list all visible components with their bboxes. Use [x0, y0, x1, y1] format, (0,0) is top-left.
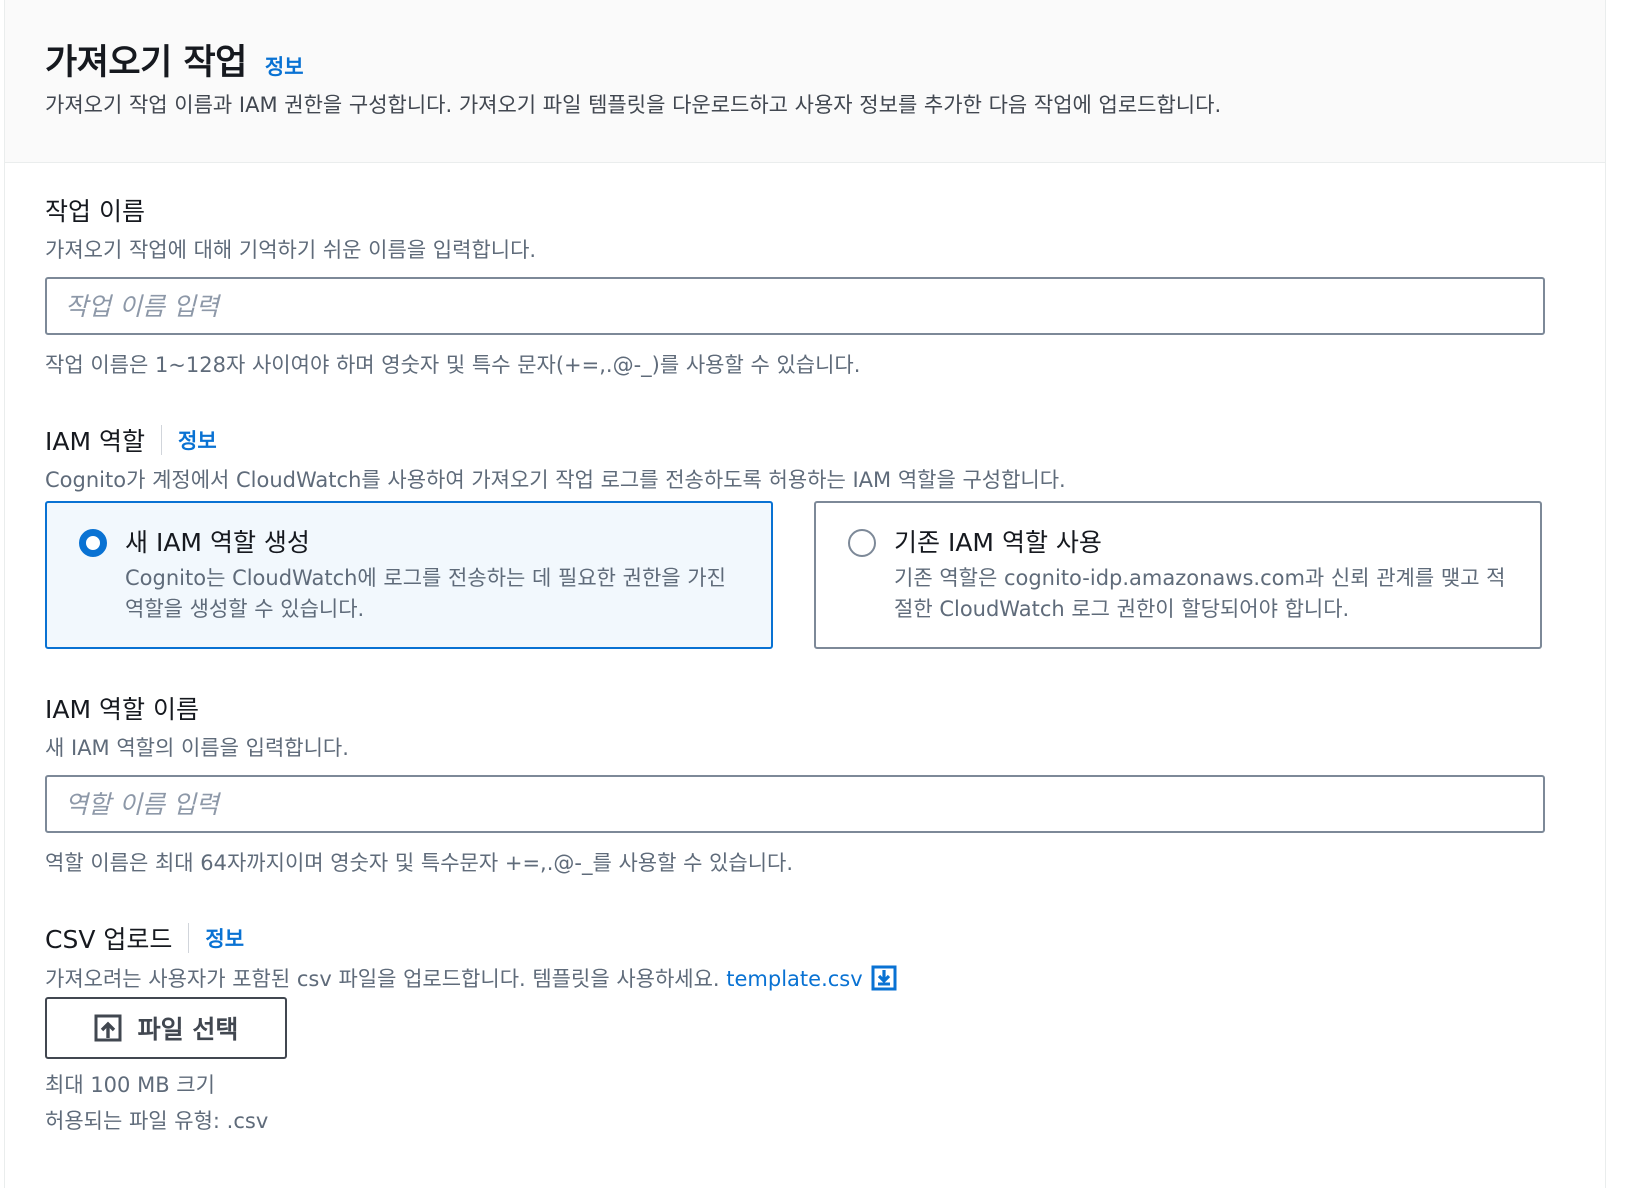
csv-upload-label-row: CSV 업로드 정보: [45, 920, 244, 956]
job-name-description: 가져오기 작업에 대해 기억하기 쉬운 이름을 입력합니다.: [45, 238, 537, 262]
choose-file-button-label: 파일 선택: [137, 1015, 239, 1044]
header-description: 가져오기 작업 이름과 IAM 권한을 구성합니다. 가져오기 파일 템플릿을 …: [45, 93, 1222, 117]
tile-title-create-role: 새 IAM 역할 생성: [125, 528, 310, 557]
tile-description-existing-role: 기존 역할은 cognito-idp.amazonaws.com과 신뢰 관계를…: [894, 566, 1506, 621]
iam-role-name-description: 새 IAM 역할의 이름을 입력합니다.: [45, 736, 349, 760]
csv-upload-label: CSV 업로드: [45, 925, 173, 954]
header-title-row: 가져오기 작업 정보: [45, 34, 304, 85]
tile-create-new-iam-role[interactable]: 새 IAM 역할 생성 Cognito는 CloudWatch에 로그를 전송하…: [45, 501, 773, 649]
job-name-constraint: 작업 이름은 1~128자 사이여야 하며 영숫자 및 특수 문자(+=,.@-…: [45, 353, 861, 377]
csv-upload-description: 가져오려는 사용자가 포함된 csv 파일을 업로드합니다. 템플릿을 사용하세…: [45, 967, 720, 991]
iam-role-info-link[interactable]: 정보: [178, 425, 217, 455]
iam-role-name-constraint: 역할 이름은 최대 64자까지이며 영숫자 및 특수문자 +=,.@-_를 사용…: [45, 851, 794, 875]
panel-header: 가져오기 작업 정보 가져오기 작업 이름과 IAM 권한을 구성합니다. 가져…: [5, 0, 1605, 163]
radio-use-existing-role[interactable]: [848, 529, 876, 557]
page-title: 가져오기 작업: [45, 43, 247, 83]
tile-use-existing-iam-role[interactable]: 기존 IAM 역할 사용 기존 역할은 cognito-idp.amazonaw…: [814, 501, 1542, 649]
choose-file-button[interactable]: 파일 선택: [45, 997, 287, 1059]
max-file-size: 최대 100 MB 크기: [45, 1073, 215, 1097]
template-link-label: template.csv: [726, 967, 863, 991]
allowed-file-types: 허용되는 파일 유형: .csv: [45, 1109, 269, 1133]
download-icon: [871, 965, 897, 991]
label-divider: [188, 923, 190, 953]
import-job-panel: 가져오기 작업 정보 가져오기 작업 이름과 IAM 권한을 구성합니다. 가져…: [4, 0, 1606, 1188]
iam-role-description: Cognito가 계정에서 CloudWatch를 사용하여 가져오기 작업 로…: [45, 468, 1066, 492]
csv-upload-description-row: 가져오려는 사용자가 포함된 csv 파일을 업로드합니다. 템플릿을 사용하세…: [45, 963, 897, 993]
label-divider: [161, 425, 162, 455]
template-download-link[interactable]: template.csv: [726, 965, 897, 991]
iam-role-name-label: IAM 역할 이름: [45, 695, 199, 724]
upload-icon: [94, 1014, 122, 1042]
job-name-input[interactable]: [45, 277, 1545, 335]
header-info-link[interactable]: 정보: [265, 51, 304, 81]
tile-description-create-role: Cognito는 CloudWatch에 로그를 전송하는 데 필요한 권한을 …: [125, 566, 726, 621]
csv-upload-info-link[interactable]: 정보: [205, 923, 244, 953]
radio-create-new-role[interactable]: [79, 529, 107, 557]
tile-title-existing-role: 기존 IAM 역할 사용: [894, 528, 1102, 557]
iam-role-label-row: IAM 역할 정보: [45, 422, 217, 458]
iam-role-name-input[interactable]: [45, 775, 1545, 833]
iam-role-label: IAM 역할: [45, 427, 145, 456]
job-name-label: 작업 이름: [45, 197, 145, 226]
